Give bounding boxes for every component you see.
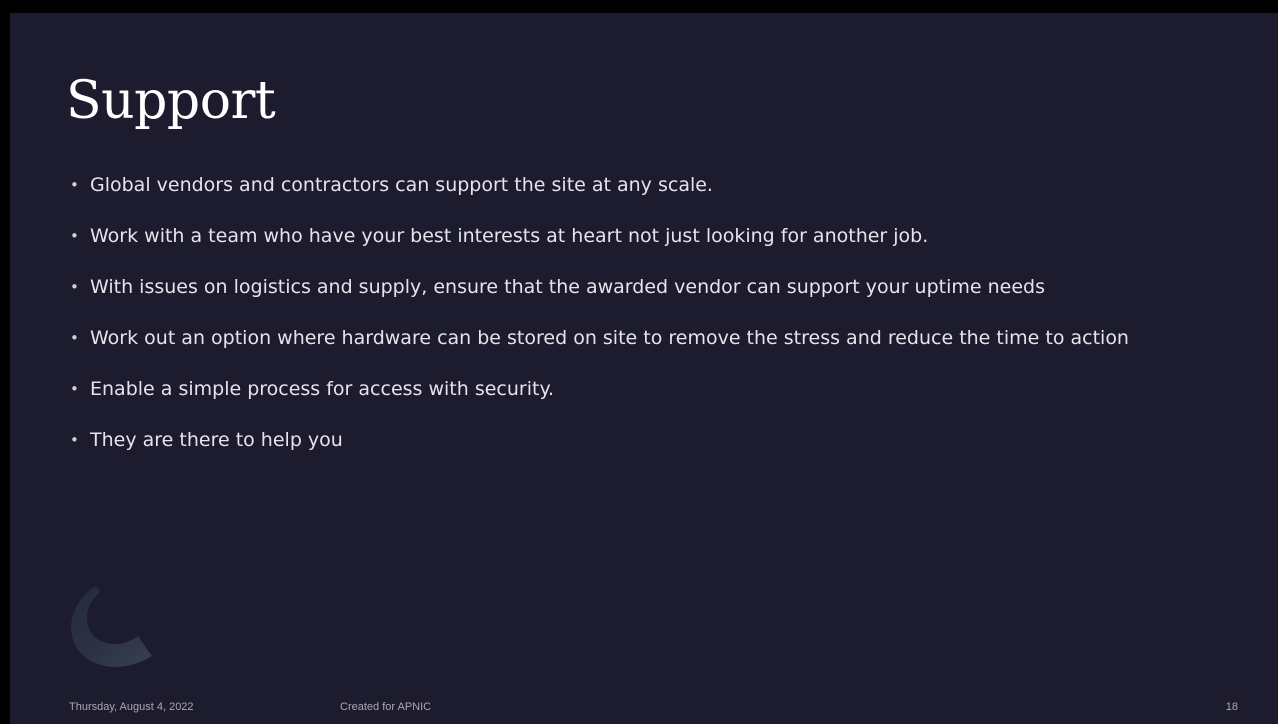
- bullet-item: • Enable a simple process for access wit…: [68, 375, 1228, 404]
- bullet-icon: •: [70, 227, 79, 245]
- arc-decoration-icon: [71, 586, 152, 667]
- bullet-text: Enable a simple process for access with …: [90, 378, 555, 400]
- bullet-icon: •: [70, 329, 79, 347]
- page-number: 18: [1225, 701, 1238, 713]
- slide-title: Support: [66, 71, 276, 131]
- bullet-item: • Global vendors and contractors can sup…: [68, 171, 1228, 200]
- bullet-icon: •: [70, 278, 79, 296]
- bullet-text: They are there to help you: [90, 429, 343, 451]
- bullet-icon: •: [70, 176, 79, 194]
- bullet-text: Global vendors and contractors can suppo…: [90, 174, 713, 196]
- bullet-item: • With issues on logistics and supply, e…: [68, 273, 1228, 302]
- bullet-text: Work out an option where hardware can be…: [90, 327, 1129, 349]
- bullet-text: With issues on logistics and supply, ens…: [90, 276, 1046, 298]
- bullet-item: • Work out an option where hardware can …: [68, 324, 1228, 353]
- bullet-item: • Work with a team who have your best in…: [68, 222, 1228, 251]
- slide: Support • Global vendors and contractors…: [10, 13, 1278, 724]
- footer-date: Thursday, August 4, 2022: [69, 701, 194, 713]
- bullet-item: • They are there to help you: [68, 426, 1228, 455]
- bullet-icon: •: [70, 380, 79, 398]
- bullet-list: • Global vendors and contractors can sup…: [68, 171, 1228, 477]
- footer-center-text: Created for APNIC: [340, 701, 432, 713]
- bullet-icon: •: [70, 431, 79, 449]
- bullet-text: Work with a team who have your best inte…: [90, 225, 929, 247]
